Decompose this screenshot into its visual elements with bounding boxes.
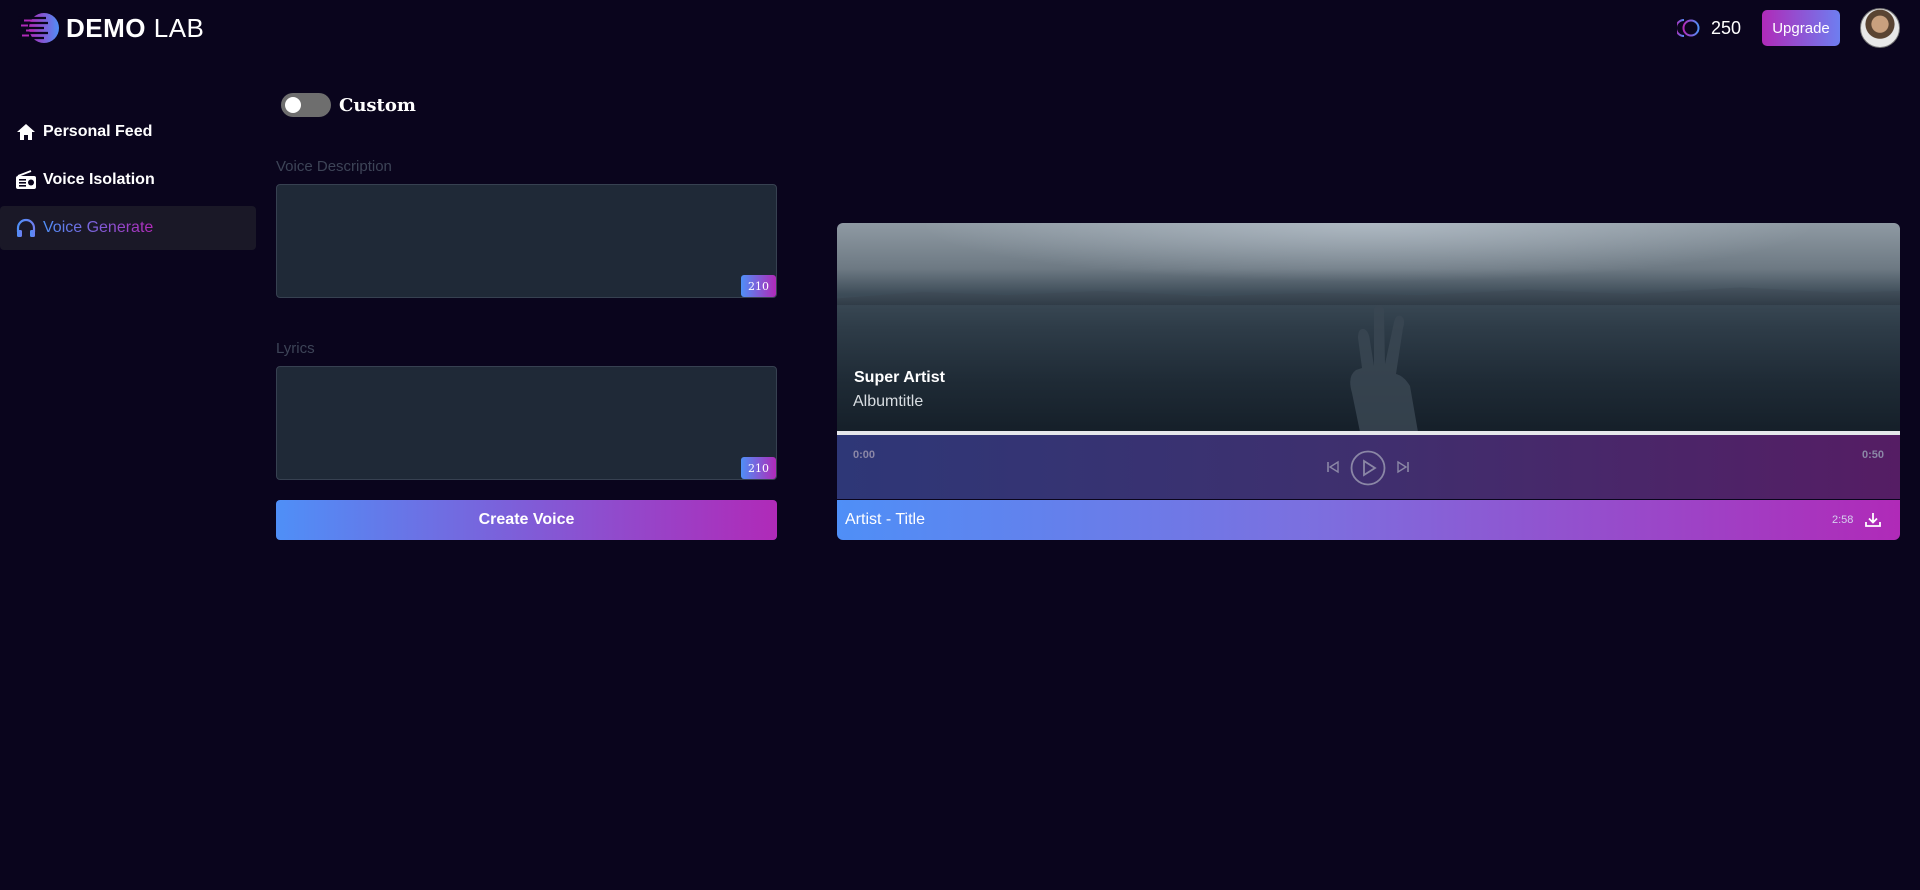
radio-icon — [15, 169, 37, 191]
cover-album-title: Albumtitle — [853, 393, 924, 410]
toggle-knob — [285, 97, 301, 113]
next-icon[interactable] — [1395, 459, 1411, 475]
upgrade-button[interactable]: Upgrade — [1762, 10, 1840, 46]
sidebar-item-personal-feed[interactable]: Personal Feed — [0, 110, 256, 154]
logo-text-bold: DEMO — [66, 13, 146, 43]
sidebar-item-label: Voice Generate — [43, 219, 154, 236]
time-current: 0:00 — [853, 449, 876, 461]
track-duration: 2:58 — [1832, 514, 1854, 526]
logo-text-light: LAB — [153, 13, 205, 43]
lyrics-field[interactable]: 210 — [276, 366, 777, 480]
voice-description-label: Voice Description — [276, 158, 392, 175]
player-controls: 0:00 0:50 — [837, 435, 1900, 499]
custom-toggle-row: Custom — [281, 93, 416, 117]
track-bar: Artist - Title 2:58 — [837, 500, 1900, 540]
logo-text: DEMO LAB — [66, 12, 204, 44]
voice-description-field[interactable]: 210 — [276, 184, 777, 298]
home-icon — [15, 121, 37, 143]
credits-display: 250 — [1675, 17, 1742, 39]
lyrics-label: Lyrics — [276, 340, 315, 357]
credits-count: 250 — [1711, 18, 1742, 38]
sidebar: Personal Feed Voice Isolation Voice Gene… — [0, 110, 256, 254]
album-cover: Super Artist Albumtitle — [837, 223, 1900, 432]
voice-description-char-count: 210 — [741, 275, 776, 297]
headphones-icon — [15, 217, 37, 239]
cover-artist-name: Super Artist — [854, 369, 945, 386]
logo-icon — [18, 12, 62, 44]
custom-toggle-label: Custom — [339, 94, 416, 116]
lyrics-char-count: 210 — [741, 457, 776, 479]
logo[interactable]: DEMO LAB — [18, 12, 204, 44]
custom-toggle[interactable] — [281, 93, 331, 117]
cover-hand-image — [1350, 304, 1418, 432]
track-title: Artist - Title — [845, 511, 926, 528]
sidebar-item-voice-generate[interactable]: Voice Generate — [0, 206, 256, 250]
download-icon[interactable] — [1863, 510, 1883, 530]
user-avatar[interactable] — [1860, 8, 1900, 48]
create-voice-button[interactable]: Create Voice — [276, 500, 777, 540]
sidebar-item-label: Voice Isolation — [43, 171, 155, 188]
top-header: DEMO LAB 250 Upgrade — [0, 0, 1920, 56]
credits-coin-icon — [1675, 18, 1701, 38]
play-icon[interactable] — [1350, 450, 1386, 486]
time-total: 0:50 — [1861, 449, 1884, 461]
sidebar-item-voice-isolation[interactable]: Voice Isolation — [0, 158, 256, 202]
sidebar-item-label: Personal Feed — [43, 123, 153, 140]
previous-icon[interactable] — [1325, 459, 1341, 475]
audio-player: Super Artist Albumtitle 0:00 0:50 Artist… — [837, 223, 1900, 540]
